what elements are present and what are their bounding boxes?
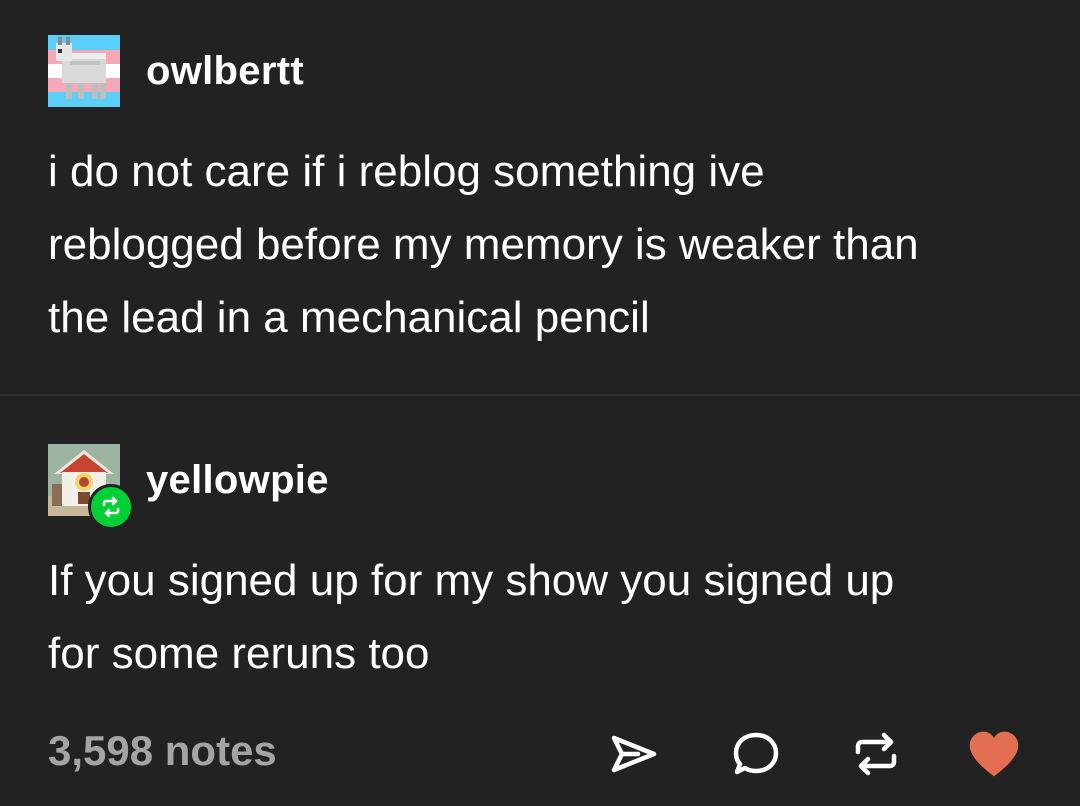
post-body-line: If you signed up for my show you signed … [48, 556, 895, 605]
username[interactable]: owlbertt [146, 51, 304, 91]
reply-button[interactable] [728, 726, 784, 782]
cuckoo-clock-avatar-icon[interactable] [48, 444, 134, 530]
goat-avatar-icon[interactable] [48, 35, 120, 107]
share-icon [611, 735, 657, 773]
notes-count[interactable]: 3,598 notes [48, 730, 277, 772]
post-header: owlbertt [48, 35, 304, 107]
post-footer: 3,598 notes [0, 712, 1080, 796]
reblog-button[interactable] [848, 726, 904, 782]
post-body-line: i do not care if i reblog something ive [48, 147, 765, 196]
reblog-badge-icon [88, 484, 134, 530]
username[interactable]: yellowpie [146, 460, 329, 500]
post-body-line: reblogged before my memory is weaker tha… [48, 220, 919, 269]
post-body-line: the lead in a mechanical pencil [48, 293, 650, 342]
post-body: i do not care if i reblog something ive … [48, 135, 1048, 354]
post-body-line: for some reruns too [48, 629, 430, 678]
share-button[interactable] [606, 726, 662, 782]
post-header: yellowpie [48, 444, 329, 530]
post-owlbertt: owlbertt i do not care if i reblog somet… [0, 0, 1080, 394]
reply-icon [733, 732, 779, 775]
like-icon [969, 731, 1019, 777]
post-yellowpie: yellowpie If you signed up for my show y… [0, 396, 1080, 696]
reblog-icon [855, 732, 897, 776]
like-button[interactable] [966, 726, 1022, 782]
post-body: If you signed up for my show you signed … [48, 544, 1048, 690]
